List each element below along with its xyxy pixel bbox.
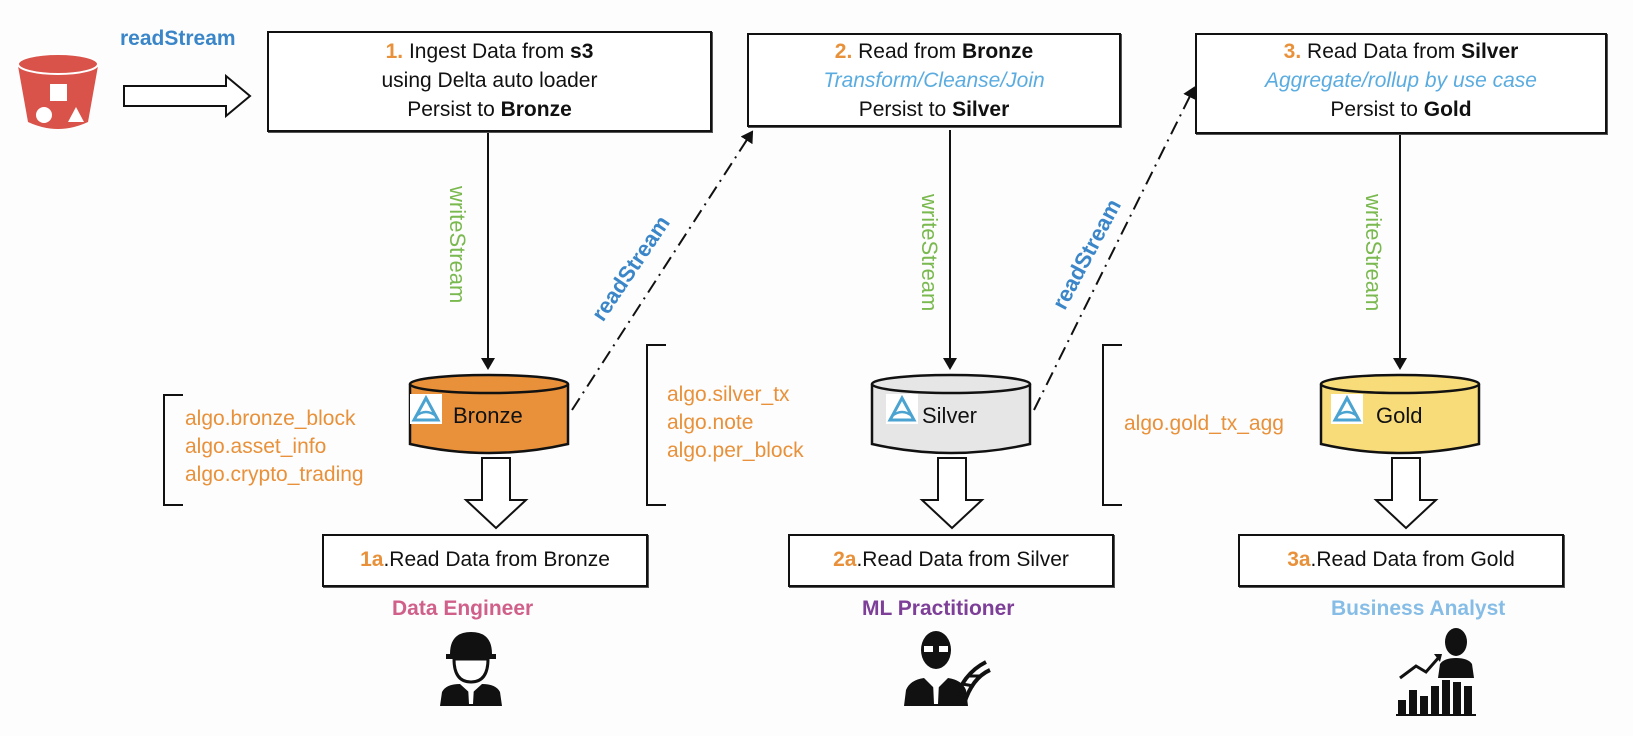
persona-ml-practitioner: ML Practitioner (862, 597, 1015, 620)
table-name: algo.silver_tx (667, 383, 790, 406)
step-number: 1. (385, 40, 404, 63)
write-label-gold: writeStream (1361, 194, 1386, 312)
gold-layer-cylinder: Gold (1319, 372, 1481, 458)
consume-arrow-gold (1373, 457, 1439, 530)
persona-business-analyst: Business Analyst (1331, 597, 1506, 620)
persona-data-engineer: Data Engineer (392, 597, 534, 620)
silver-layer-cylinder: Silver (870, 372, 1032, 458)
silver-tables: algo.silver_tx algo.note algo.per_block (667, 381, 804, 465)
business-analyst-icon (1396, 628, 1476, 716)
s3-bucket-icon (17, 53, 99, 129)
consumer-2a-box: 2a.Read Data from Silver (788, 534, 1114, 587)
table-name: algo.gold_tx_agg (1124, 412, 1284, 435)
step-2-box: 2. Read from Bronze Transform/Cleanse/Jo… (747, 33, 1121, 127)
source-read-label: readStream (120, 27, 236, 50)
delta-lake-icon (410, 394, 442, 424)
consumer-1a-box: 1a.Read Data from Bronze (322, 534, 648, 587)
silver-tables-bracket (646, 344, 666, 506)
consume-arrow-silver (919, 457, 985, 530)
layer-name: Silver (922, 403, 978, 428)
write-label-bronze: writeStream (445, 186, 470, 304)
write-label-silver: writeStream (917, 194, 942, 312)
data-engineer-icon (440, 632, 502, 706)
table-name: algo.note (667, 411, 754, 434)
layer-name: Bronze (453, 403, 523, 428)
gold-tables-bracket (1102, 344, 1122, 506)
step-number: 3. (1283, 40, 1302, 63)
step-number: 2. (834, 40, 853, 63)
table-name: algo.per_block (667, 439, 804, 462)
consume-arrow-bronze (463, 457, 529, 530)
delta-lake-icon (886, 394, 918, 424)
gold-tables: algo.gold_tx_agg (1124, 410, 1284, 438)
bronze-layer-cylinder: Bronze (408, 372, 570, 458)
ml-practitioner-icon (904, 631, 991, 706)
delta-lake-icon (1331, 394, 1363, 424)
consumer-3a-box: 3a.Read Data from Gold (1238, 534, 1564, 587)
bronze-tables: algo.bronze_block algo.asset_info algo.c… (185, 405, 364, 489)
step-1-box: 1. Ingest Data from s3 using Delta auto … (267, 31, 712, 132)
layer-name: Gold (1376, 403, 1423, 428)
step-3-box: 3. Read Data from Silver Aggregate/rollu… (1195, 33, 1607, 134)
table-name: algo.crypto_trading (185, 463, 364, 486)
table-name: algo.asset_info (185, 435, 327, 458)
bronze-tables-bracket (163, 394, 183, 506)
ingest-arrow (123, 73, 252, 119)
table-name: algo.bronze_block (185, 407, 356, 430)
